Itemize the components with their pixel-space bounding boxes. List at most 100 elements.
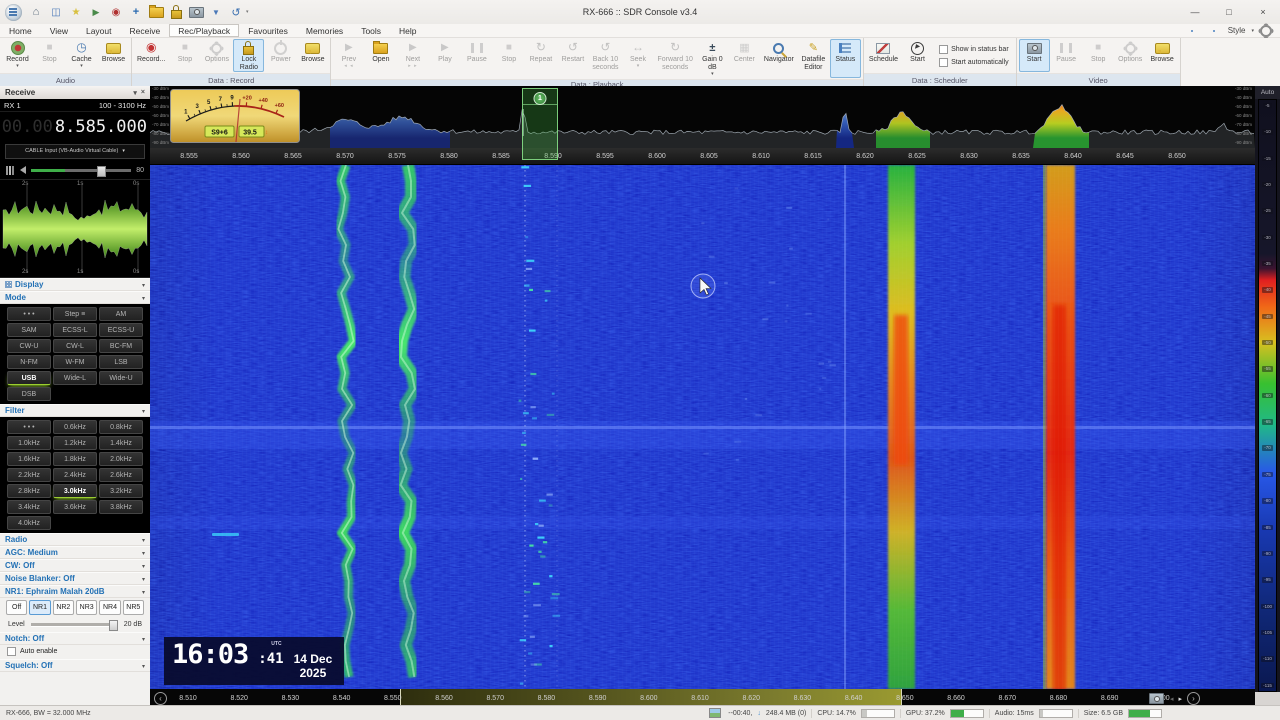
snapshot-camera-icon[interactable] <box>1149 693 1165 704</box>
filter-3.8khz-button[interactable]: 3.8kHz <box>99 500 143 514</box>
folder-icon[interactable] <box>148 4 164 19</box>
filter-2.4khz-button[interactable]: 2.4kHz <box>53 468 97 482</box>
mode-cw-u-button[interactable]: CW-U <box>7 339 51 353</box>
camera-icon[interactable] <box>188 6 204 19</box>
notch-header[interactable]: Notch: Off <box>0 632 150 645</box>
ribbon-browse-button[interactable]: Browse <box>98 39 129 72</box>
auto-enable-checkbox[interactable] <box>7 647 16 656</box>
nav-scroll-right-icon[interactable] <box>1187 692 1200 705</box>
mode-wide-l-button[interactable]: Wide-L <box>53 371 97 385</box>
mode-usb-button[interactable]: USB <box>7 371 51 385</box>
home-icon[interactable] <box>28 6 44 19</box>
close-button[interactable]: × <box>1246 0 1280 24</box>
menu-favourites[interactable]: Favourites <box>239 24 297 37</box>
squelch-header[interactable]: Squelch: Off <box>0 659 150 672</box>
menu-layout[interactable]: Layout <box>77 24 121 37</box>
mode--button[interactable]: • • • <box>7 307 51 321</box>
filter-2.6khz-button[interactable]: 2.6kHz <box>99 468 143 482</box>
nav-arrow-right-icon[interactable]: ▸ <box>1178 695 1182 703</box>
auto-enable-row[interactable]: Auto enable <box>0 645 150 659</box>
nav-arrow-left-icon[interactable]: ◂ <box>1170 695 1174 703</box>
nav-scroll-left-icon[interactable] <box>154 692 167 705</box>
collapse-icon[interactable]: ▾ <box>133 89 137 97</box>
filter-1.4khz-button[interactable]: 1.4kHz <box>99 436 143 450</box>
nr-off-button[interactable]: Off <box>6 600 28 615</box>
nr-nr4-button[interactable]: NR4 <box>99 600 121 615</box>
volume-slider[interactable] <box>31 165 132 177</box>
colorbar-auto-button[interactable]: Auto <box>1255 86 1280 99</box>
ribbon-status-button[interactable]: Status <box>829 39 861 78</box>
style-selector[interactable]: Style <box>1228 26 1246 35</box>
filter-2.2khz-button[interactable]: 2.2kHz <box>7 468 51 482</box>
volume-thumb[interactable] <box>97 165 107 177</box>
mode-dsb-button[interactable]: DSB <box>7 387 51 401</box>
gear-icon[interactable] <box>1260 24 1272 37</box>
ribbon-record-button[interactable]: Record ▾ <box>2 39 33 72</box>
filter-4.0khz-button[interactable]: 4.0kHz <box>7 516 51 530</box>
filter-3.4khz-button[interactable]: 3.4kHz <box>7 500 51 514</box>
noise-blanker-header[interactable]: Noise Blanker: Off <box>0 572 150 585</box>
rx-marker-badge[interactable]: 1 <box>533 92 547 105</box>
filter-2.0khz-button[interactable]: 2.0kHz <box>99 452 143 466</box>
ribbon-gain-0-db-button[interactable]: Gain 0dB▾ <box>697 39 728 78</box>
nr-nr1-button[interactable]: NR1 <box>29 600 51 615</box>
mode-wide-u-button[interactable]: Wide-U <box>99 371 143 385</box>
menu-view[interactable]: View <box>41 24 77 37</box>
mode-ecss-u-button[interactable]: ECSS-U <box>99 323 143 337</box>
menu-rec-playback[interactable]: Rec/Playback <box>169 24 240 37</box>
agc-header[interactable]: AGC: Medium <box>0 546 150 559</box>
monitor-icon[interactable] <box>1206 29 1222 32</box>
ribbon-navigator-button[interactable]: Navigator <box>761 39 797 78</box>
add-icon[interactable] <box>128 6 144 19</box>
minimize-button[interactable]: — <box>1178 0 1212 24</box>
filter-section-header[interactable]: Filter <box>0 404 150 417</box>
ribbon-browse-button[interactable]: Browse <box>297 39 328 72</box>
filter-1.6khz-button[interactable]: 1.6kHz <box>7 452 51 466</box>
maximize-button[interactable]: □ <box>1212 0 1246 24</box>
nr-nr5-button[interactable]: NR5 <box>122 600 144 615</box>
display-section-header[interactable]: Display <box>0 278 150 291</box>
filter-3.2khz-button[interactable]: 3.2kHz <box>99 484 143 498</box>
quick-access-caret-icon[interactable]: ▾ <box>246 9 249 15</box>
frequency-display[interactable]: 00.00 8.585.000 <box>0 112 150 141</box>
filter-2.8khz-button[interactable]: 2.8kHz <box>7 484 51 498</box>
close-panel-icon[interactable]: × <box>141 89 145 96</box>
checkbox-show-in-status-bar[interactable]: Show in status bar <box>939 44 1009 54</box>
users-icon[interactable] <box>48 6 64 19</box>
ribbon-start-button[interactable]: Start <box>1018 39 1050 72</box>
ribbon-cache-button[interactable]: Cache▾ <box>66 39 97 72</box>
waterfall-display[interactable]: 16:03 UTC :41 14 Dec 2025 <box>150 165 1255 689</box>
undo-icon[interactable] <box>228 6 244 19</box>
nr-header[interactable]: NR1: Ephraim Malah 20dB <box>0 585 150 598</box>
mode-sam-button[interactable]: SAM <box>7 323 51 337</box>
filter-0.8khz-button[interactable]: 0.8kHz <box>99 420 143 434</box>
radio-section-header[interactable]: Radio <box>0 533 150 546</box>
mode-cw-l-button[interactable]: CW-L <box>53 339 97 353</box>
filter-1.2khz-button[interactable]: 1.2kHz <box>53 436 97 450</box>
star-icon[interactable] <box>68 6 84 19</box>
filter--button[interactable]: • • • <box>7 420 51 434</box>
ribbon-lock-radio-button[interactable]: Lock Radio <box>233 39 265 73</box>
cw-header[interactable]: CW: Off <box>0 559 150 572</box>
audio-scope[interactable]: 2s 2s 1s 1s 0s 0s <box>0 179 150 278</box>
menu-home[interactable]: Home <box>0 24 41 37</box>
menu-help[interactable]: Help <box>390 24 425 37</box>
mode-step-button[interactable]: Step ≡ <box>53 307 97 321</box>
tuning-marker[interactable]: 1 <box>522 88 558 160</box>
mode-n-fm-button[interactable]: N-FM <box>7 355 51 369</box>
ribbon-open-button[interactable]: Open <box>365 39 396 78</box>
ribbon-browse-button[interactable]: Browse <box>1147 39 1178 72</box>
ribbon-datafile-editor-button[interactable]: DatafileEditor <box>798 39 829 78</box>
mode-ecss-l-button[interactable]: ECSS-L <box>53 323 97 337</box>
ribbon-schedule-button[interactable]: Schedule <box>866 39 901 72</box>
band-navigator[interactable]: 8.510 8.520 8.530 8.540 8.550 8.560 8.570 8.580… <box>150 689 1255 707</box>
mode-lsb-button[interactable]: LSB <box>99 355 143 369</box>
audio-device-select[interactable]: CABLE Input (VB-Audio Virtual Cable) ▾ <box>5 143 145 159</box>
menu-tools[interactable]: Tools <box>352 24 390 37</box>
menu-receive[interactable]: Receive <box>121 24 170 37</box>
ribbon-record...-button[interactable]: Record... <box>134 39 168 72</box>
record-icon[interactable] <box>108 6 124 19</box>
filter-3.0khz-button[interactable]: 3.0kHz <box>53 484 97 498</box>
nr-nr2-button[interactable]: NR2 <box>52 600 74 615</box>
nr-nr3-button[interactable]: NR3 <box>75 600 98 615</box>
